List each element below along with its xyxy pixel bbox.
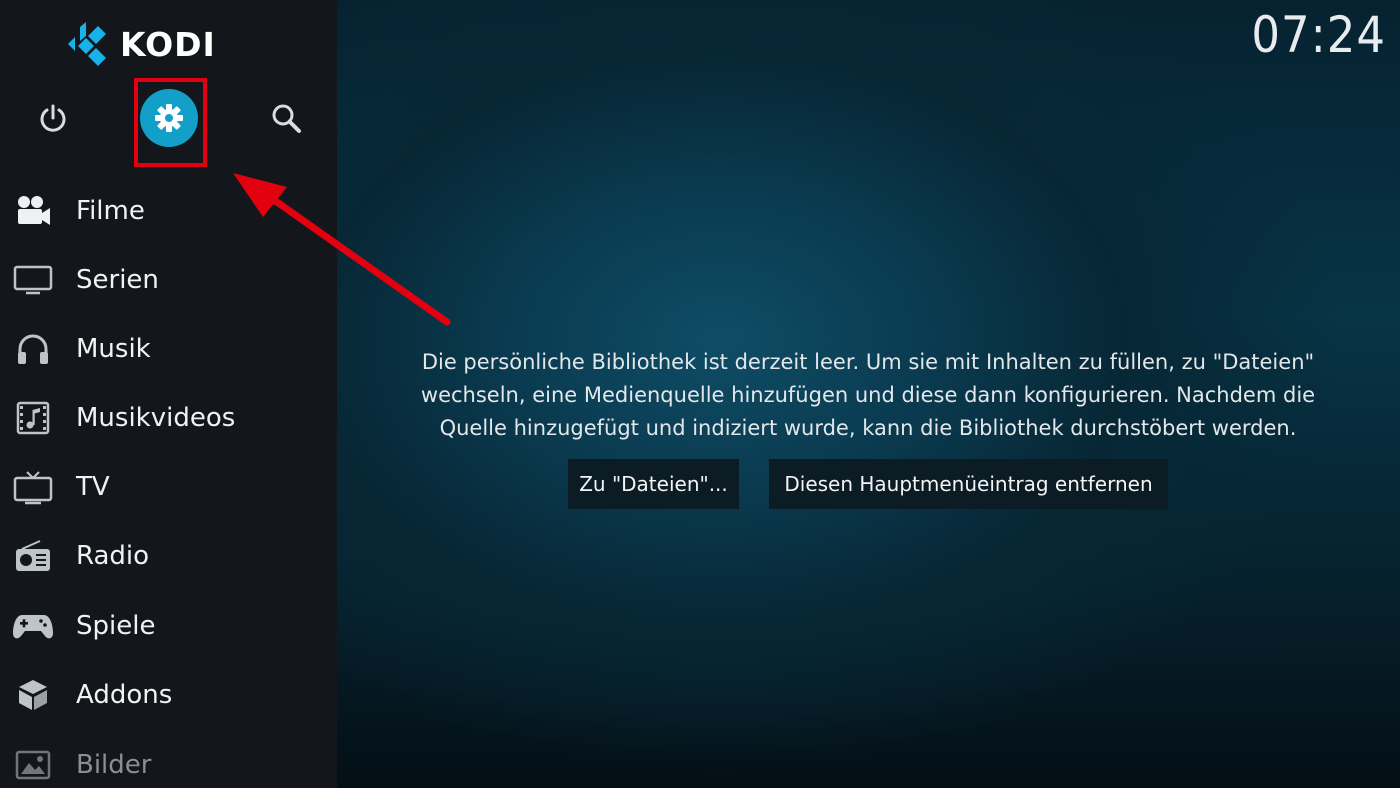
- power-icon: [40, 104, 66, 132]
- kodi-logo-text: KODI: [120, 24, 216, 64]
- sidebar-item-label: Spiele: [76, 611, 156, 641]
- go-to-files-button[interactable]: Zu "Dateien"...: [568, 459, 739, 509]
- headphones-icon: [12, 328, 54, 370]
- message-line: Die persönliche Bibliothek ist derzeit l…: [421, 350, 1315, 374]
- message-line: wechseln, eine Medienquelle hinzufügen u…: [420, 383, 1316, 407]
- annotation-arrow: [233, 173, 451, 326]
- sidebar-item-addons[interactable]: Addons: [0, 665, 337, 725]
- radio-icon: [12, 535, 54, 577]
- kodi-logo-icon: [68, 22, 106, 66]
- sidebar-item-label: Filme: [76, 196, 145, 226]
- empty-library-message: Die persönliche Bibliothek ist derzeit l…: [390, 346, 1346, 445]
- search-button[interactable]: [263, 95, 309, 141]
- kodi-logo: KODI: [64, 22, 216, 66]
- sidebar-item-tv[interactable]: TV: [0, 457, 337, 517]
- monitor-icon: [12, 259, 54, 301]
- sidebar-item-label: Musik: [76, 334, 151, 364]
- sidebar-item-label: Serien: [76, 265, 159, 295]
- power-button[interactable]: [30, 95, 76, 141]
- message-line: Quelle hinzugefügt und indiziert wurde, …: [439, 416, 1297, 440]
- sidebar-item-musikvideos[interactable]: Musikvideos: [0, 388, 337, 448]
- sidebar-item-label: Bilder: [76, 750, 152, 780]
- sidebar-item-label: TV: [76, 472, 110, 502]
- clock: 07:24: [1251, 6, 1386, 64]
- sidebar-item-spiele[interactable]: Spiele: [0, 596, 337, 656]
- pictures-icon: [12, 744, 54, 786]
- movie-camera-icon: [12, 190, 54, 232]
- music-video-icon: [12, 397, 54, 439]
- sidebar: KODI Filme Serien Musik Musikvideos TV R…: [0, 0, 337, 788]
- addons-box-icon: [12, 674, 54, 716]
- sidebar-item-bilder[interactable]: Bilder: [0, 735, 337, 788]
- sidebar-item-label: Musikvideos: [76, 403, 236, 433]
- sidebar-item-radio[interactable]: Radio: [0, 526, 337, 586]
- tv-icon: [12, 466, 54, 508]
- sidebar-item-label: Radio: [76, 541, 150, 571]
- sidebar-item-label: Addons: [76, 680, 173, 710]
- remove-menu-entry-button[interactable]: Diesen Hauptmenüeintrag entfernen: [769, 459, 1168, 509]
- settings-highlight-box: [134, 78, 207, 167]
- gamepad-icon: [12, 605, 54, 647]
- search-icon: [272, 104, 301, 133]
